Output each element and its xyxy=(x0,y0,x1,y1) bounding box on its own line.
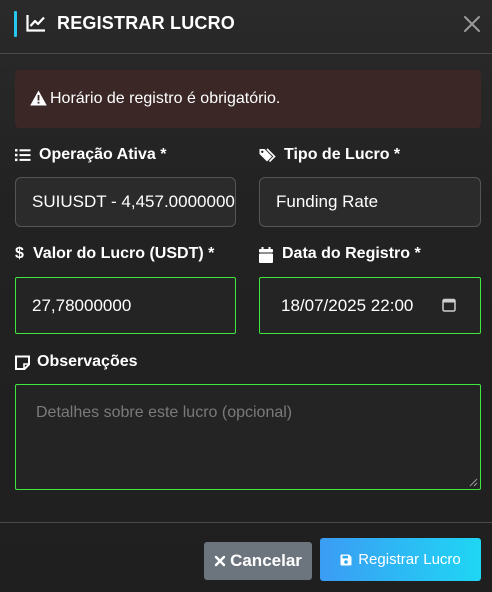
profit-type-select[interactable]: Funding Rate xyxy=(259,177,481,227)
registration-date-input[interactable]: 18/07/2025 22:00 xyxy=(259,277,481,334)
register-profit-modal: REGISTRAR LUCRO Horário de registro é ob… xyxy=(0,0,492,592)
save-icon xyxy=(340,554,352,565)
profit-type-value: Funding Rate xyxy=(276,192,379,211)
warning-triangle-icon xyxy=(30,90,47,106)
date-picker-icon[interactable] xyxy=(442,298,456,312)
modal-header: REGISTRAR LUCRO xyxy=(0,0,492,54)
registration-date-label: Data do Registro * xyxy=(282,245,421,262)
operation-select[interactable]: SUIUSDT - 4,457.00000000 xyxy=(15,177,236,227)
profit-value-input[interactable]: 27,78000000 xyxy=(15,277,236,334)
validation-alert: Horário de registro é obrigatório. xyxy=(15,70,481,128)
register-profit-button[interactable]: Registrar Lucro xyxy=(320,538,481,581)
tags-icon xyxy=(259,148,276,163)
alert-message: Horário de registro é obrigatório. xyxy=(50,90,281,107)
line-chart-icon xyxy=(26,15,45,32)
notes-placeholder: Detalhes sobre este lucro (opcional) xyxy=(36,404,293,421)
registration-date-value: 18/07/2025 22:00 xyxy=(281,295,414,315)
cancel-button[interactable]: Cancelar xyxy=(204,542,312,580)
profit-value-text: 27,78000000 xyxy=(32,295,132,315)
operation-value: SUIUSDT - 4,457.00000000 xyxy=(32,192,235,211)
cancel-label: Cancelar xyxy=(230,551,302,570)
list-icon xyxy=(15,149,31,162)
profit-type-label: Tipo de Lucro * xyxy=(284,146,401,163)
note-icon xyxy=(15,355,30,370)
resize-grip-icon[interactable] xyxy=(469,478,478,487)
notes-label: Observações xyxy=(37,353,138,370)
operation-label: Operação Ativa * xyxy=(39,146,167,163)
footer-divider xyxy=(0,522,492,523)
close-icon[interactable] xyxy=(462,14,482,34)
modal-title: REGISTRAR LUCRO xyxy=(57,13,235,33)
register-profit-label: Registrar Lucro xyxy=(358,551,461,568)
notes-textarea[interactable]: Detalhes sobre este lucro (opcional) xyxy=(15,384,481,490)
profit-value-label: Valor do Lucro (USDT) * xyxy=(33,245,215,262)
close-icon xyxy=(214,555,226,567)
title-accent-bar xyxy=(14,11,17,37)
dollar-icon: $ xyxy=(15,245,24,262)
calendar-icon xyxy=(259,247,273,263)
